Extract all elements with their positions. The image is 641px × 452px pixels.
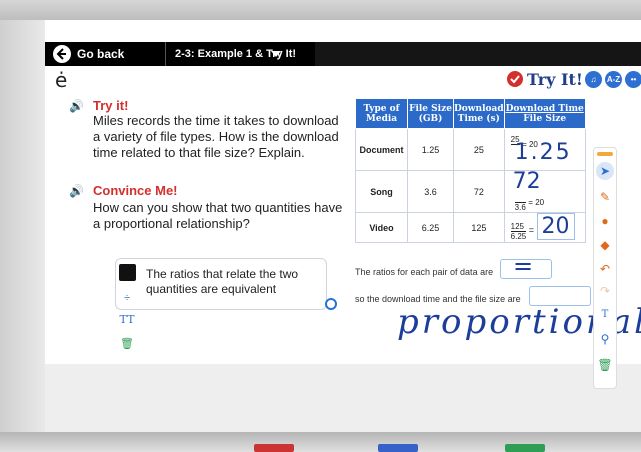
- toolbar-grip[interactable]: [597, 152, 613, 156]
- trash-icon[interactable]: 🗑: [596, 356, 614, 374]
- blue-marker: [378, 444, 418, 452]
- topbar-right-area: [315, 42, 641, 66]
- cell-media: Document: [355, 128, 408, 171]
- go-back-button[interactable]: Go back: [77, 47, 124, 61]
- fraction-denominator: 3.6: [514, 203, 526, 212]
- answer-text-box[interactable]: The ratios that relate the two quantitie…: [115, 258, 327, 310]
- answer-text[interactable]: The ratios that relate the two quantitie…: [146, 267, 321, 297]
- green-marker: [505, 444, 545, 452]
- handwritten-answer: 1.25: [514, 139, 572, 165]
- table-row: Song 3.6 72 72 3.6 = 20: [355, 169, 586, 213]
- cell-size: 3.6: [407, 170, 454, 213]
- try-it-title: Try It!: [527, 70, 583, 89]
- header-time: Download Time (s): [453, 98, 505, 129]
- redo-icon[interactable]: ↷: [596, 282, 614, 300]
- color-swatch[interactable]: [119, 264, 136, 281]
- divide-icon[interactable]: ÷: [117, 288, 137, 308]
- fraction-denominator: 6.25: [510, 231, 527, 241]
- answer-blank-1[interactable]: =: [500, 252, 552, 280]
- cell-ratio[interactable]: 25 = 20 1.25: [503, 128, 586, 171]
- screen-footer-area: [45, 364, 641, 440]
- back-arrow-icon[interactable]: [53, 45, 71, 63]
- cell-time: 25: [453, 128, 505, 171]
- drawing-toolbar: ➤ ✎ ● ◆ ↶ ↷ T ⚲ 🗑: [593, 147, 617, 389]
- glossary-button[interactable]: A-Z: [605, 71, 622, 88]
- handwritten-equals: =: [513, 252, 534, 280]
- equals-result-label: = 20: [528, 197, 545, 207]
- table-row: Document 1.25 25 25 = 20 1.25: [355, 128, 586, 171]
- stamp-icon[interactable]: ●: [596, 212, 614, 230]
- trash-icon[interactable]: 🗑: [117, 334, 137, 354]
- ratio-numerator-label: Download Time: [505, 103, 584, 114]
- fraction-numerator-handwritten: [514, 193, 526, 203]
- handwritten-answer[interactable]: 20: [536, 213, 575, 241]
- zoom-icon[interactable]: ⚲: [596, 330, 614, 348]
- convince-me-text: How can you show that two quantities hav…: [93, 200, 343, 231]
- cell-media: Video: [355, 212, 408, 243]
- top-bar: Go back 2-3: Example 1 & Try It!: [45, 42, 641, 66]
- fraction: 125 6.25: [510, 222, 527, 241]
- cell-time: 72: [453, 170, 505, 213]
- fraction-numerator: 125: [510, 222, 527, 232]
- handwritten-answer: 72: [512, 169, 541, 194]
- try-it-text: Miles records the time it takes to downl…: [93, 113, 339, 160]
- pointer-icon[interactable]: ➤: [596, 162, 614, 180]
- whiteboard-frame-left: [0, 20, 45, 440]
- app-screen: Go back 2-3: Example 1 & Try It! ė Try I…: [45, 20, 641, 440]
- chevron-down-icon[interactable]: [271, 51, 281, 57]
- try-it-heading: Try it!: [93, 98, 129, 113]
- red-marker: [254, 444, 294, 452]
- audio-help-button[interactable]: ♫: [585, 71, 602, 88]
- cell-size: 1.25: [407, 128, 454, 171]
- equals-result: 20: [535, 197, 545, 207]
- pen-icon[interactable]: ✎: [596, 188, 614, 206]
- header-media: Type of Media: [355, 98, 408, 129]
- cell-time: 125: [453, 212, 505, 243]
- topbar-divider: [165, 42, 166, 66]
- undo-icon[interactable]: ↶: [596, 260, 614, 278]
- fraction: 3.6: [514, 193, 526, 212]
- font-size-icon[interactable]: TT: [117, 310, 137, 330]
- text-tool-icon[interactable]: T: [596, 306, 614, 324]
- data-table: Type of Media File Size (GB) Download Ti…: [355, 98, 586, 243]
- header-size: File Size (GB): [407, 98, 454, 129]
- table-row: Video 6.25 125 125 6.25 = 20: [355, 212, 586, 243]
- ratio-denominator-label: File Size: [523, 113, 567, 124]
- app-logo: ė: [55, 68, 68, 92]
- header-ratio: Download Time File Size: [503, 98, 586, 129]
- check-badge-icon: [507, 71, 523, 87]
- convince-me-heading: Convince Me!: [93, 183, 178, 198]
- eraser-icon[interactable]: ◆: [596, 236, 614, 254]
- cell-ratio[interactable]: 125 6.25 = 20: [503, 212, 586, 243]
- sentence-ratios: The ratios for each pair of data are: [355, 267, 494, 277]
- whiteboard-frame-top: [0, 0, 641, 20]
- cell-ratio[interactable]: 72 3.6 = 20: [503, 169, 586, 213]
- speaker-icon[interactable]: 🔊: [69, 99, 89, 113]
- cell-media: Song: [355, 170, 408, 213]
- resize-handle[interactable]: [325, 298, 337, 310]
- cell-size: 6.25: [407, 212, 454, 243]
- speaker-icon[interactable]: 🔊: [69, 184, 89, 198]
- menu-button[interactable]: ••: [625, 71, 641, 88]
